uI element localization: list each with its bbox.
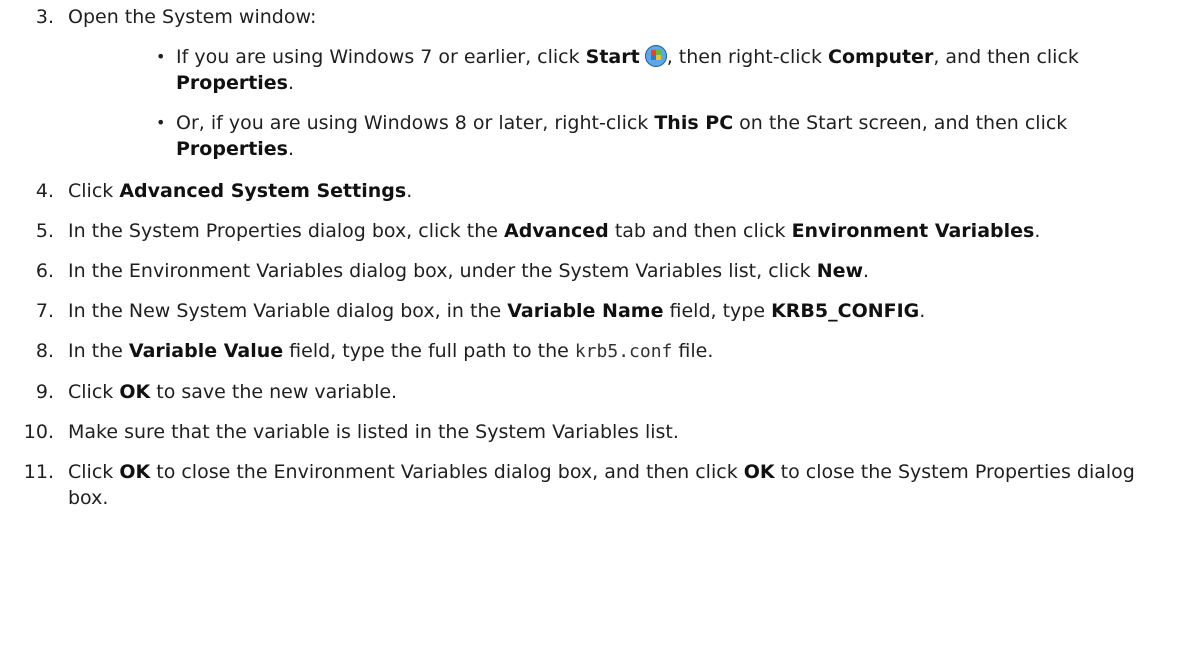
step-number: 10. [23, 421, 54, 443]
substep-list: • If you are using Windows 7 or earlier,… [68, 44, 1140, 162]
text: to save the new variable. [150, 381, 398, 403]
text: field, type the full path to the [283, 340, 575, 362]
text: In the [68, 340, 129, 362]
text: . [919, 300, 926, 322]
step-3: 3. Open the System window: • If you are … [0, 4, 1180, 162]
text: tab and then click [608, 220, 792, 242]
step-number: 8. [35, 340, 54, 362]
step-9: 9. Click OK to save the new variable. [0, 379, 1180, 405]
step-10: 10. Make sure that the variable is liste… [0, 419, 1180, 445]
text: field, type [663, 300, 772, 322]
text: Click [68, 381, 120, 403]
bold-ok: OK [743, 461, 775, 483]
step-number: 11. [23, 461, 54, 483]
text: . [863, 260, 870, 282]
text: . [406, 180, 413, 202]
code-filename: krb5.conf [574, 341, 673, 362]
substep-windows8: • Or, if you are using Windows 8 or late… [68, 110, 1140, 162]
bullet: • [156, 47, 166, 66]
text: , then right-click [666, 46, 829, 68]
windows-start-orb-icon [644, 45, 667, 67]
step-4: 4. Click Advanced System Settings. [0, 178, 1180, 204]
text: Click [68, 180, 120, 202]
bold-computer: Computer [828, 46, 934, 68]
step-number: 3. [35, 6, 54, 28]
bold-start: Start [585, 46, 640, 68]
bold-ok: OK [119, 461, 151, 483]
step-text: Make sure that the variable is listed in… [68, 421, 679, 443]
bold-advanced: Advanced [503, 220, 609, 242]
step-text: Open the System window: [68, 6, 317, 28]
bold-variable-value: Variable Value [128, 340, 284, 362]
bold-advanced-system-settings: Advanced System Settings [119, 180, 407, 202]
text: file. [672, 340, 714, 362]
step-11: 11. Click OK to close the Environment Va… [0, 459, 1180, 511]
text: . [288, 138, 295, 160]
text: Click [68, 461, 120, 483]
step-8: 8. In the Variable Value field, type the… [0, 338, 1180, 365]
text: , and then click [933, 46, 1079, 68]
bullet: • [156, 113, 166, 132]
step-6: 6. In the Environment Variables dialog b… [0, 258, 1180, 284]
step-number: 7. [35, 300, 54, 322]
step-number: 5. [35, 220, 54, 242]
step-number: 9. [35, 381, 54, 403]
text: Or, if you are using Windows 8 or later,… [176, 112, 655, 134]
bold-krb5-config: KRB5_CONFIG [771, 300, 920, 322]
step-5: 5. In the System Properties dialog box, … [0, 218, 1180, 244]
text: . [1034, 220, 1041, 242]
text: In the Environment Variables dialog box,… [68, 260, 817, 282]
bold-this-pc: This PC [654, 112, 734, 134]
bold-properties: Properties [176, 138, 288, 160]
step-number: 4. [35, 180, 54, 202]
substep-windows7: • If you are using Windows 7 or earlier,… [68, 44, 1140, 96]
text: In the New System Variable dialog box, i… [68, 300, 508, 322]
bold-ok: OK [119, 381, 151, 403]
bold-environment-variables: Environment Variables [791, 220, 1035, 242]
instructions-document: 3. Open the System window: • If you are … [0, 0, 1180, 650]
text: If you are using Windows 7 or earlier, c… [176, 46, 586, 68]
text: on the Start screen, and then click [733, 112, 1068, 134]
bold-new: New [816, 260, 864, 282]
text: to close the Environment Variables dialo… [150, 461, 744, 483]
step-7: 7. In the New System Variable dialog box… [0, 298, 1180, 324]
text: . [288, 72, 295, 94]
bold-variable-name: Variable Name [507, 300, 664, 322]
text: In the System Properties dialog box, cli… [68, 220, 504, 242]
step-number: 6. [35, 260, 54, 282]
bold-properties: Properties [176, 72, 288, 94]
